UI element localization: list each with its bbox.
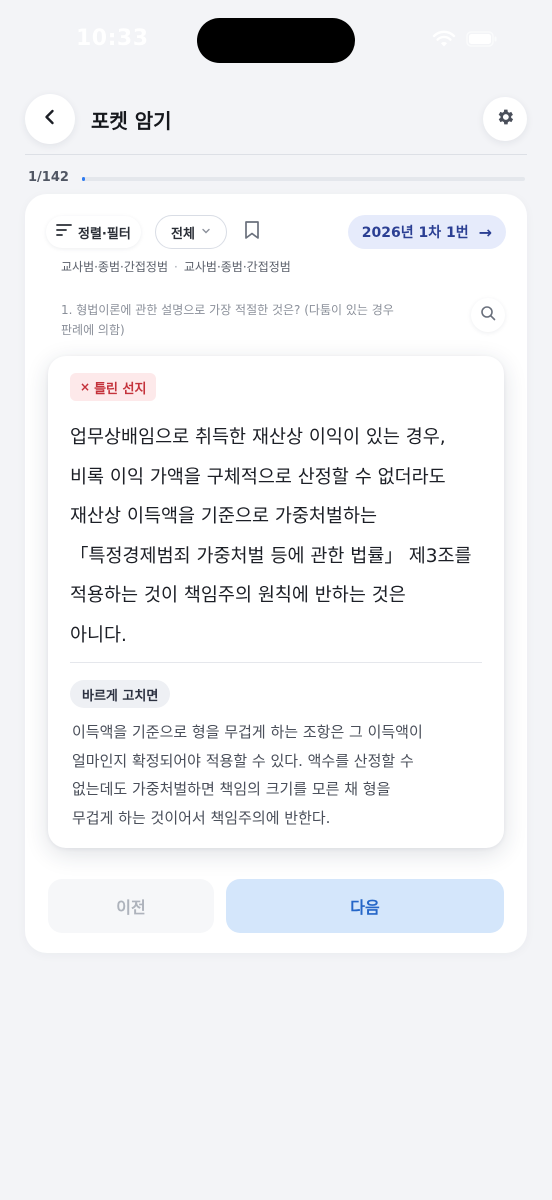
- statement-line: 업무상배임으로 취득한 재산상 이익이 있는 경우,: [70, 427, 446, 448]
- dynamic-island: [197, 18, 355, 63]
- page-title: 포켓 암기: [91, 109, 172, 133]
- bookmark-icon: [244, 220, 260, 244]
- statement-line: 비록 이익 가액을 구체적으로 산정할 수 없더라도: [70, 466, 446, 488]
- settings-button[interactable]: [483, 97, 527, 141]
- filter-dropdown-value: 전체: [171, 226, 195, 242]
- search-button[interactable]: [471, 298, 505, 332]
- statement-line: 적용하는 것이 책임주의 원칙에 반하는 것은: [70, 585, 406, 606]
- statement-text: 업무상배임으로 취득한 재산상 이익이 있는 경우, 비록 이익 가액을 구체적…: [70, 418, 490, 655]
- header-divider: [25, 154, 527, 155]
- correction-badge: 바르게 고치면: [70, 680, 171, 708]
- wifi-icon: [432, 30, 456, 48]
- battery-icon: [466, 31, 498, 47]
- correction-line: 이득액을 기준으로 형을 무겁게 하는 조항은 그 이득액이: [72, 723, 423, 741]
- sort-filter-label: 정렬·필터: [78, 226, 131, 242]
- statement-line: 재산상 이득액을 기준으로 가중처벌하는: [70, 506, 377, 527]
- sort-lines-icon: [56, 223, 72, 241]
- progress-label: 1/142: [28, 170, 69, 185]
- exam-source-button[interactable]: 2026년 1차 1번 →: [347, 215, 506, 249]
- statement-line: 「특정경제범죄 가중처벌 등에 관한 법률」 제3조를: [70, 545, 472, 567]
- status-bar: 10:33: [0, 0, 552, 80]
- status-time: 10:33: [76, 26, 149, 51]
- correction-text: 이득액을 기준으로 형을 무겁게 하는 조항은 그 이득액이 얼마인지 확정되어…: [72, 718, 482, 832]
- next-button[interactable]: 다음: [226, 879, 504, 933]
- tag-separator: ·: [174, 259, 178, 274]
- back-button[interactable]: [25, 94, 75, 144]
- progress-bar: [82, 177, 525, 181]
- question-text: 1. 형법이론에 관한 설명으로 가장 적절한 것은? (다툼이 있는 경우 판…: [61, 300, 441, 340]
- arrow-right-icon: →: [478, 222, 492, 242]
- statement-line: 아니다.: [70, 624, 127, 646]
- wrong-option-badge: × 틀린 선지: [70, 373, 157, 401]
- prev-button[interactable]: 이전: [48, 879, 214, 933]
- chevron-left-icon: [40, 107, 60, 131]
- bookmark-button[interactable]: [240, 220, 264, 244]
- progress-fill: [82, 177, 86, 181]
- correction-line: 얼마인지 확정되어야 적용할 수 있다. 액수를 산정할 수: [72, 751, 414, 770]
- wrong-option-label: 틀린 선지: [94, 381, 147, 397]
- filter-dropdown[interactable]: 전체: [155, 215, 227, 249]
- search-icon: [480, 305, 496, 325]
- correction-line: 무겁게 하는 것이어서 책임주의에 반한다.: [72, 808, 331, 827]
- question-line: 판례에 의함): [61, 323, 125, 337]
- question-line: 1. 형법이론에 관한 설명으로 가장 적절한 것은? (다툼이 있는 경우: [61, 303, 394, 317]
- tag: 교사범·종범·간접정범: [183, 260, 291, 274]
- header: 포켓 암기: [25, 94, 527, 144]
- answer-card: × 틀린 선지 업무상배임으로 취득한 재산상 이익이 있는 경우, 비록 이익…: [48, 356, 504, 848]
- exam-source-label: 2026년 1차 1번: [361, 225, 469, 241]
- tags-row: 교사범·종범·간접정범 · 교사범·종범·간접정범: [61, 258, 291, 275]
- progress-row: 1/142: [28, 168, 525, 188]
- close-icon: ×: [80, 380, 91, 394]
- correction-line: 없는데도 가중처벌하면 책임의 크기를 모른 채 형을: [72, 780, 391, 798]
- tag: 교사범·종범·간접정범: [61, 260, 168, 274]
- toolbar: 정렬·필터 전체 2026년 1차 1번 →: [46, 214, 506, 250]
- chevron-down-icon: [201, 225, 211, 240]
- status-icons: [432, 30, 498, 48]
- gear-icon: [495, 107, 515, 131]
- sort-filter-button[interactable]: 정렬·필터: [46, 216, 141, 248]
- answer-divider: [70, 662, 482, 663]
